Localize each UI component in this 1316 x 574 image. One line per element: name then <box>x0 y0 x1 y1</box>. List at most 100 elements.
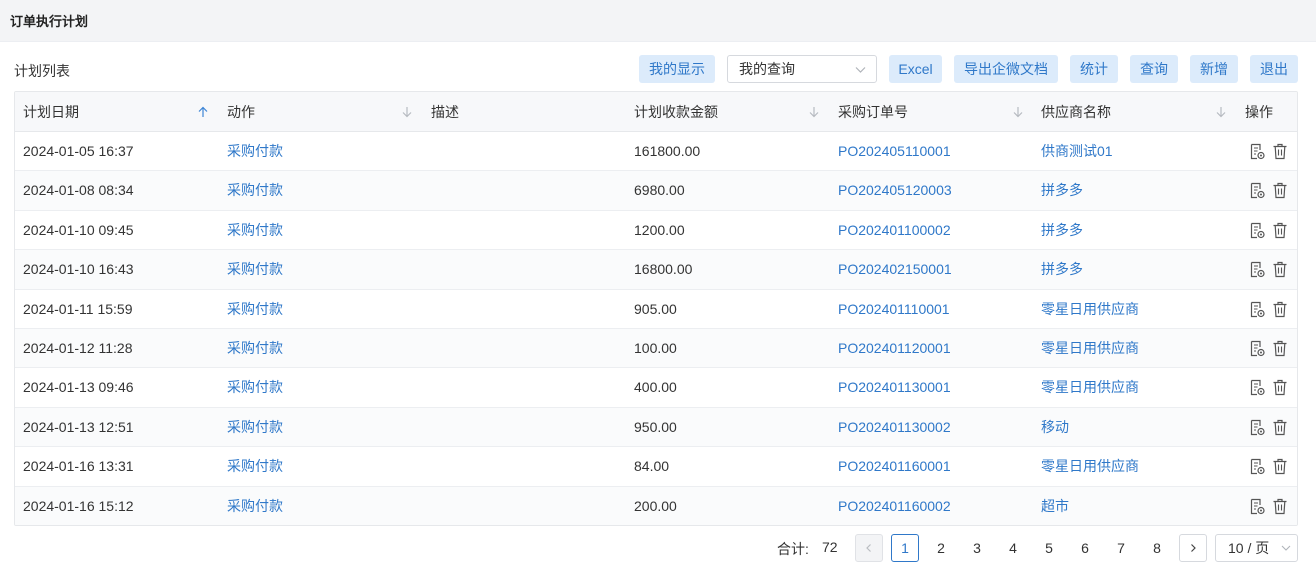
excel-button[interactable]: Excel <box>889 55 942 83</box>
cell-po-number-link[interactable]: PO202401100002 <box>838 211 951 250</box>
document-view-icon[interactable] <box>1249 340 1265 357</box>
page-number-5[interactable]: 5 <box>1035 534 1063 562</box>
column-header-po-number[interactable]: 采购订单号 <box>838 92 908 132</box>
my-query-select[interactable]: 我的查询 <box>727 55 877 83</box>
cell-action-link[interactable]: 采购付款 <box>227 447 283 486</box>
column-header-plan-amount[interactable]: 计划收款金额 <box>634 92 718 132</box>
cell-plan-date: 2024-01-13 12:51 <box>23 418 134 435</box>
cell-supplier-link[interactable]: 拼多多 <box>1041 211 1083 250</box>
cell-po-number-link[interactable]: PO202401160001 <box>838 447 951 486</box>
arrow-down-icon[interactable] <box>808 106 820 118</box>
next-page-button[interactable] <box>1179 534 1207 562</box>
cell-supplier-link[interactable]: 供商测试01 <box>1041 132 1113 171</box>
trash-icon[interactable] <box>1272 340 1288 357</box>
page-number-2[interactable]: 2 <box>927 534 955 562</box>
document-view-icon[interactable] <box>1249 143 1265 160</box>
table-row[interactable]: 2024-01-16 13:31 采购付款 84.00 PO202401160001 零… <box>15 447 1297 487</box>
trash-icon[interactable] <box>1272 419 1288 436</box>
cell-action-link[interactable]: 采购付款 <box>227 290 283 329</box>
cell-plan-amount: 16800.00 <box>634 261 693 278</box>
cell-plan-amount: 950.00 <box>634 418 677 435</box>
cell-action-link[interactable]: 采购付款 <box>227 171 283 210</box>
cell-supplier-link[interactable]: 零星日用供应商 <box>1041 368 1139 407</box>
page-number-3[interactable]: 3 <box>963 534 991 562</box>
cell-supplier-link[interactable]: 零星日用供应商 <box>1041 290 1139 329</box>
query-button[interactable]: 查询 <box>1130 55 1178 83</box>
page-number-7[interactable]: 7 <box>1107 534 1135 562</box>
table-row[interactable]: 2024-01-08 08:34 采购付款 6980.00 PO20240512000… <box>15 171 1297 211</box>
trash-icon[interactable] <box>1272 498 1288 515</box>
document-view-icon[interactable] <box>1249 222 1265 239</box>
cell-po-number-link[interactable]: PO202405110001 <box>838 132 951 171</box>
cell-plan-amount: 100.00 <box>634 340 677 356</box>
page-number-6[interactable]: 6 <box>1071 534 1099 562</box>
cell-po-number-link[interactable]: PO202401120001 <box>838 329 951 368</box>
table-row[interactable]: 2024-01-13 09:46 采购付款 400.00 PO202401130001… <box>15 368 1297 408</box>
cell-supplier-link[interactable]: 零星日用供应商 <box>1041 447 1139 486</box>
stats-button[interactable]: 统计 <box>1070 55 1118 83</box>
table-row[interactable]: 2024-01-12 11:28 采购付款 100.00 PO202401120001… <box>15 329 1297 369</box>
page-size-select[interactable]: 10 / 页 <box>1215 534 1298 562</box>
arrow-down-icon[interactable] <box>1215 106 1227 118</box>
table-row[interactable]: 2024-01-13 12:51 采购付款 950.00 PO202401130002… <box>15 407 1297 448</box>
my-display-button[interactable]: 我的显示 <box>639 55 715 83</box>
page-number-4[interactable]: 4 <box>999 534 1027 562</box>
arrow-down-icon[interactable] <box>401 106 413 118</box>
cell-po-number-link[interactable]: PO202401130002 <box>838 408 951 447</box>
cell-supplier-link[interactable]: 超市 <box>1041 487 1069 525</box>
cell-plan-amount: 161800.00 <box>634 143 701 159</box>
total-count: 72 <box>822 539 838 555</box>
cell-supplier-link[interactable]: 拼多多 <box>1041 250 1083 289</box>
arrow-down-icon[interactable] <box>1012 106 1024 118</box>
document-view-icon[interactable] <box>1249 379 1265 396</box>
exit-button[interactable]: 退出 <box>1250 55 1298 83</box>
page-number-1[interactable]: 1 <box>891 534 919 562</box>
cell-po-number-link[interactable]: PO202405120003 <box>838 171 952 210</box>
trash-icon[interactable] <box>1272 458 1288 475</box>
trash-icon[interactable] <box>1272 301 1288 318</box>
row-operations <box>1249 340 1289 358</box>
document-view-icon[interactable] <box>1249 261 1265 278</box>
document-view-icon[interactable] <box>1249 301 1265 318</box>
column-header-description[interactable]: 描述 <box>431 92 459 132</box>
total-label: 合计: <box>777 541 809 557</box>
table-row[interactable]: 2024-01-05 16:37 采购付款 161800.00 PO202405110… <box>15 132 1297 172</box>
cell-po-number-link[interactable]: PO202401110001 <box>838 290 950 329</box>
document-view-icon[interactable] <box>1249 458 1265 475</box>
cell-po-number-link[interactable]: PO202401130001 <box>838 368 951 407</box>
cell-po-number-link[interactable]: PO202401160002 <box>838 487 951 525</box>
cell-action-link[interactable]: 采购付款 <box>227 487 283 525</box>
table-row[interactable]: 2024-01-10 16:43 采购付款 16800.00 PO2024021500… <box>15 250 1297 290</box>
trash-icon[interactable] <box>1272 182 1288 199</box>
cell-supplier-link[interactable]: 移动 <box>1041 408 1069 447</box>
add-button[interactable]: 新增 <box>1190 55 1238 83</box>
arrow-up-icon[interactable] <box>197 106 209 118</box>
cell-action-link[interactable]: 采购付款 <box>227 250 283 289</box>
table-row[interactable]: 2024-01-16 15:12 采购付款 200.00 PO202401160002… <box>15 486 1297 525</box>
document-view-icon[interactable] <box>1249 182 1265 199</box>
export-wecom-doc-button[interactable]: 导出企微文档 <box>954 55 1058 83</box>
cell-action-link[interactable]: 采购付款 <box>227 368 283 407</box>
trash-icon[interactable] <box>1272 222 1288 239</box>
table-row[interactable]: 2024-01-10 09:45 采购付款 1200.00 PO20240110000… <box>15 211 1297 251</box>
cell-supplier-link[interactable]: 拼多多 <box>1041 171 1083 210</box>
cell-supplier-link[interactable]: 零星日用供应商 <box>1041 329 1139 368</box>
column-header-action[interactable]: 动作 <box>227 92 255 132</box>
column-header-plan-date[interactable]: 计划日期 <box>23 92 79 132</box>
column-header-supplier-name[interactable]: 供应商名称 <box>1041 92 1111 132</box>
trash-icon[interactable] <box>1272 261 1288 278</box>
cell-po-number-link[interactable]: PO202402150001 <box>838 250 952 289</box>
table-row[interactable]: 2024-01-11 15:59 采购付款 905.00 PO202401110001… <box>15 290 1297 329</box>
cell-action-link[interactable]: 采购付款 <box>227 211 283 250</box>
cell-action-link[interactable]: 采购付款 <box>227 132 283 171</box>
prev-page-button[interactable] <box>855 534 883 562</box>
cell-action-link[interactable]: 采购付款 <box>227 408 283 447</box>
cell-action-link[interactable]: 采购付款 <box>227 329 283 368</box>
page-number-8[interactable]: 8 <box>1143 534 1171 562</box>
document-view-icon[interactable] <box>1249 419 1265 436</box>
document-view-icon[interactable] <box>1249 498 1265 515</box>
plan-table: 计划日期 动作 描述 计划收款金额 采购订单号 供应商名称 操作 2024-01… <box>14 91 1298 526</box>
trash-icon[interactable] <box>1272 143 1288 160</box>
trash-icon[interactable] <box>1272 379 1288 396</box>
chevron-down-icon <box>855 67 866 73</box>
